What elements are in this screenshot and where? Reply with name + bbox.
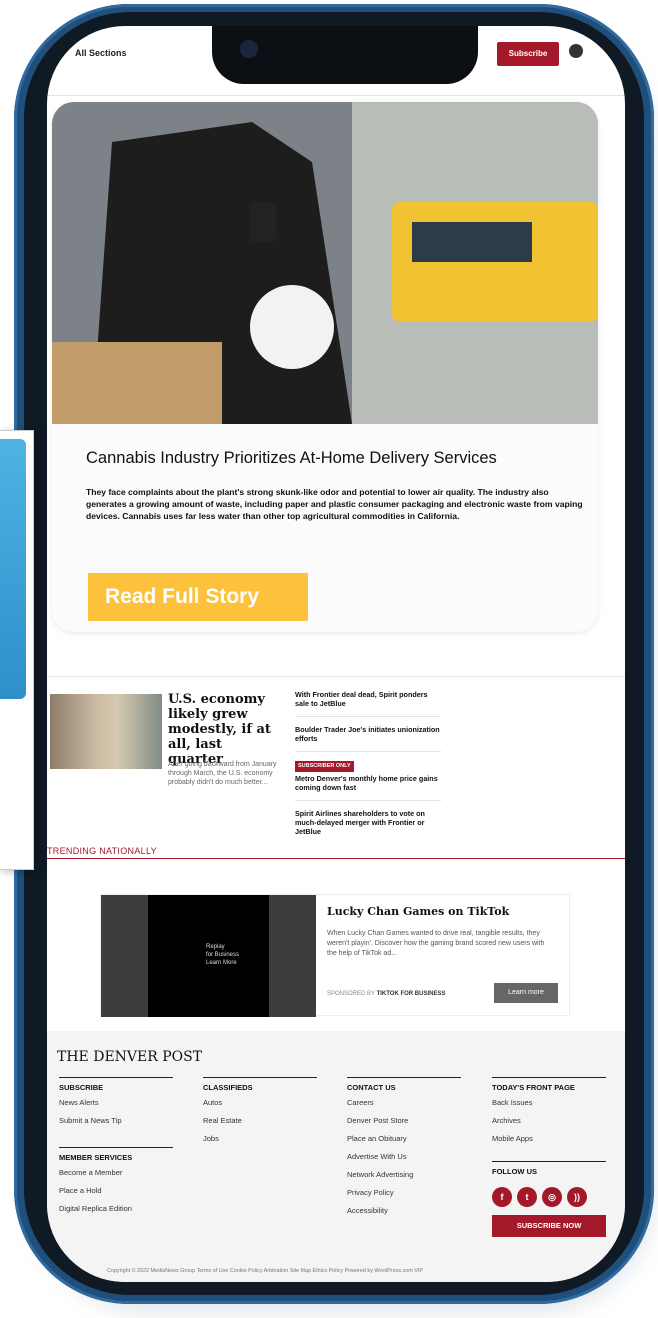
- news-image[interactable]: [50, 694, 162, 769]
- ad-description: When Lucky Chan Games wanted to drive re…: [327, 930, 545, 957]
- footer-link[interactable]: Autos: [203, 1098, 317, 1107]
- footer-link[interactable]: Back Issues: [492, 1098, 606, 1107]
- social-icons: f t ◎ )): [492, 1187, 587, 1207]
- sponsored-ad[interactable]: Replay for Business Learn More Lucky Cha…: [100, 894, 570, 1017]
- all-sections-menu[interactable]: All Sections: [75, 48, 127, 58]
- background-card: [0, 430, 34, 870]
- side-headline[interactable]: Spirit Airlines shareholders to vote on …: [295, 809, 441, 844]
- user-icon[interactable]: [569, 44, 583, 58]
- ad-sponsor-prefix: SPONSORED BY: [327, 991, 375, 997]
- footer-col-member: MEMBER SERVICES Become a Member Place a …: [59, 1147, 173, 1222]
- footer-link[interactable]: Mobile Apps: [492, 1134, 606, 1143]
- ad-sponsor: SPONSORED BY TIKTOK FOR BUSINESS: [327, 991, 445, 997]
- replay-label[interactable]: Replay: [206, 944, 225, 950]
- footer-link[interactable]: Archives: [492, 1116, 606, 1125]
- footer-link[interactable]: News Alerts: [59, 1098, 173, 1107]
- footer-link[interactable]: Submit a News Tip: [59, 1116, 173, 1125]
- footer-link[interactable]: Digital Replica Edition: [59, 1204, 173, 1213]
- footer-col-heading: TODAY'S FRONT PAGE: [492, 1077, 606, 1092]
- rss-icon[interactable]: )): [567, 1187, 587, 1207]
- ad-video[interactable]: Replay for Business Learn More: [101, 895, 316, 1017]
- camera-icon: [240, 40, 258, 58]
- site-logo[interactable]: THE DENVER POST: [57, 1049, 202, 1065]
- subscriber-only-badge: SUBSCRIBER ONLY: [295, 761, 354, 772]
- footer-link[interactable]: Place a Hold: [59, 1186, 173, 1195]
- footer-link[interactable]: Accessibility: [347, 1206, 461, 1215]
- footer-col-heading: FOLLOW US: [492, 1161, 606, 1176]
- ad-video-learn-more[interactable]: Learn More: [206, 960, 237, 966]
- footer-col-heading: CLASSIFIEDS: [203, 1077, 317, 1092]
- footer-col-contact: CONTACT US Careers Denver Post Store Pla…: [347, 1077, 461, 1224]
- footer-col-heading: MEMBER SERVICES: [59, 1147, 173, 1162]
- instagram-icon[interactable]: ◎: [542, 1187, 562, 1207]
- side-headline[interactable]: SUBSCRIBER ONLY Metro Denver's monthly h…: [295, 760, 441, 801]
- footer-link[interactable]: Advertise With Us: [347, 1152, 461, 1161]
- footer-link[interactable]: Place an Obituary: [347, 1134, 461, 1143]
- section-divider: [47, 676, 625, 677]
- footer: THE DENVER POST SUBSCRIBE News Alerts Su…: [47, 1031, 625, 1282]
- ad-video-frame: Replay for Business Learn More: [148, 895, 269, 1017]
- footer-col-classifieds: CLASSIFIEDS Autos Real Estate Jobs: [203, 1077, 317, 1152]
- background-card-image: [0, 439, 26, 699]
- ad-video-text: Replay for Business Learn More: [206, 943, 239, 967]
- side-headline-text[interactable]: Metro Denver's monthly home price gains …: [295, 774, 438, 792]
- footer-col-heading: CONTACT US: [347, 1077, 461, 1092]
- side-headline[interactable]: Boulder Trader Joe's initiates unionizat…: [295, 725, 441, 752]
- hero-title[interactable]: Cannabis Industry Prioritizes At-Home De…: [86, 449, 586, 468]
- footer-link[interactable]: Jobs: [203, 1134, 317, 1143]
- learn-more-button[interactable]: Learn more: [494, 983, 558, 1003]
- news-summary: After going backward from January throug…: [168, 761, 277, 786]
- subscribe-button[interactable]: Subscribe: [497, 42, 559, 66]
- footer-link[interactable]: Network Advertising: [347, 1170, 461, 1179]
- hero-card: Cannabis Industry Prioritizes At-Home De…: [52, 102, 598, 632]
- subscribe-now-button[interactable]: SUBSCRIBE NOW: [492, 1215, 606, 1237]
- facebook-icon[interactable]: f: [492, 1187, 512, 1207]
- ad-video-brand: for Business: [206, 952, 240, 958]
- hero-description: They face complaints about the plant's s…: [86, 487, 583, 521]
- footer-col-heading: SUBSCRIBE: [59, 1077, 173, 1092]
- ad-title[interactable]: Lucky Chan Games on TikTok: [327, 905, 509, 918]
- footer-col-follow: FOLLOW US: [492, 1161, 606, 1182]
- copyright-bar: Copyright © 2022 MediaNews Group Terms o…: [107, 1268, 423, 1274]
- footer-link[interactable]: Real Estate: [203, 1116, 317, 1125]
- phone-screen: All Sections Subscribe Cannabis Industry…: [47, 26, 625, 1282]
- news-headline[interactable]: U.S. economy likely grew modestly, if at…: [168, 692, 278, 767]
- footer-link[interactable]: Careers: [347, 1098, 461, 1107]
- hero-photo: [52, 102, 598, 424]
- footer-col-front-page: TODAY'S FRONT PAGE Back Issues Archives …: [492, 1077, 606, 1152]
- read-full-story-button[interactable]: Read Full Story: [88, 573, 308, 621]
- footer-col-subscribe: SUBSCRIBE News Alerts Submit a News Tip: [59, 1077, 173, 1134]
- side-headlines: With Frontier deal dead, Spirit ponders …: [295, 690, 441, 852]
- twitter-icon[interactable]: t: [517, 1187, 537, 1207]
- news-section: U.S. economy likely grew modestly, if at…: [47, 680, 625, 860]
- ad-sponsor-name: TIKTOK FOR BUSINESS: [376, 991, 446, 997]
- footer-link[interactable]: Denver Post Store: [347, 1116, 461, 1125]
- side-headline[interactable]: With Frontier deal dead, Spirit ponders …: [295, 690, 441, 717]
- hero-image: [52, 102, 598, 424]
- trending-rule: [47, 858, 625, 859]
- footer-link[interactable]: Become a Member: [59, 1168, 173, 1177]
- trending-label: TRENDING NATIONALLY: [47, 846, 157, 856]
- footer-link[interactable]: Privacy Policy: [347, 1188, 461, 1197]
